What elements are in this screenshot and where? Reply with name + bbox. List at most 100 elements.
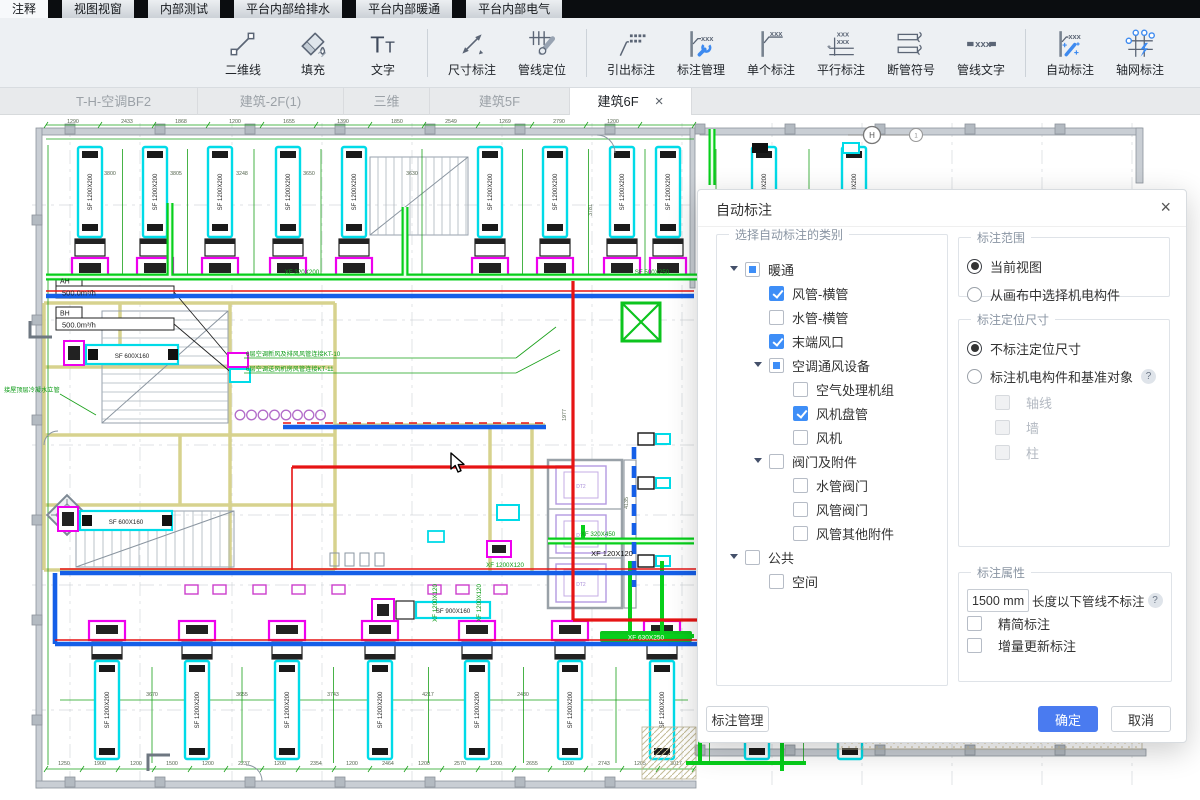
tree-item-7[interactable]: 风机 bbox=[725, 425, 939, 449]
menu-tab-1[interactable]: 视图视窗 bbox=[62, 0, 134, 18]
toolbar-item-label: 轴网标注 bbox=[1116, 61, 1164, 78]
leader-annotation: 6层空调新风及排风风管连接KT-10 bbox=[246, 350, 341, 358]
chevron-down-icon[interactable] bbox=[753, 358, 767, 372]
radio-annotate-with-datum[interactable]: 标注机电构件和基准对象 ? bbox=[967, 362, 1161, 390]
tool-2d-line[interactable]: 二维线 bbox=[208, 28, 278, 78]
checkbox-icon[interactable] bbox=[745, 262, 760, 277]
tool-leader-annotate[interactable]: 引出标注 bbox=[596, 28, 666, 78]
checkbox-icon[interactable] bbox=[769, 310, 784, 325]
chevron-down-icon[interactable] bbox=[729, 262, 743, 276]
pipeloc-icon bbox=[526, 28, 558, 60]
checkbox-icon[interactable] bbox=[793, 382, 808, 397]
doc-tab-2[interactable]: 三维 bbox=[344, 88, 430, 115]
check-simplified-annotation[interactable]: 精简标注 bbox=[967, 612, 1163, 634]
doc-tab-label: 建筑6F bbox=[598, 89, 639, 115]
svg-text:xxx: xxx bbox=[770, 29, 783, 38]
annotation-manage-button[interactable]: 标注管理 bbox=[706, 706, 769, 732]
tree-item-label: 水管-横管 bbox=[792, 308, 848, 327]
svg-text:SF 1200X200: SF 1200X200 bbox=[488, 173, 494, 210]
radio-icon[interactable] bbox=[967, 259, 982, 274]
fan-coil-duct-unit: SF 1200X200 bbox=[270, 147, 306, 278]
svg-text:4135: 4135 bbox=[624, 497, 630, 509]
checkbox-icon[interactable] bbox=[769, 286, 784, 301]
doc-tab-4[interactable]: 建筑6F × bbox=[570, 88, 692, 115]
svg-text:1200: 1200 bbox=[346, 761, 358, 767]
tree-item-13[interactable]: 空间 bbox=[725, 569, 939, 593]
checkbox-label: 轴线 bbox=[1026, 393, 1052, 412]
tree-item-11[interactable]: 风管其他附件 bbox=[725, 521, 939, 545]
tree-item-3[interactable]: 末端风口 bbox=[725, 329, 939, 353]
checkbox-icon[interactable] bbox=[769, 358, 784, 373]
menu-tab-4[interactable]: 平台内部暖通 bbox=[356, 0, 452, 18]
tree-item-6[interactable]: 风机盘管 bbox=[725, 401, 939, 425]
tree-item-8[interactable]: 阀门及附件 bbox=[725, 449, 939, 473]
checkbox-icon[interactable] bbox=[745, 550, 760, 565]
tree-item-4[interactable]: 空调通风设备 bbox=[725, 353, 939, 377]
menu-tab-3[interactable]: 平台内部给排水 bbox=[234, 0, 342, 18]
tool-pipe-break[interactable]: 断管符号 bbox=[876, 28, 946, 78]
tool-auto-annotate[interactable]: xxx自动标注 bbox=[1035, 28, 1105, 78]
menu-tab-0[interactable]: 注释 bbox=[0, 0, 48, 18]
tree-item-9[interactable]: 水管阀门 bbox=[725, 473, 939, 497]
svg-text:T: T bbox=[370, 31, 384, 57]
help-icon[interactable]: ? bbox=[1141, 369, 1156, 384]
checkbox-icon[interactable] bbox=[793, 430, 808, 445]
length-threshold-input[interactable] bbox=[967, 589, 1029, 612]
ok-button[interactable]: 确定 bbox=[1038, 706, 1098, 732]
doc-tab-3[interactable]: 建筑5F bbox=[430, 88, 570, 115]
help-icon[interactable]: ? bbox=[1148, 593, 1163, 608]
tool-pipe-text[interactable]: xxx管线文字 bbox=[946, 28, 1016, 78]
tool-parallel-annotate[interactable]: xxxxxx*平行标注 bbox=[806, 28, 876, 78]
checkbox-icon[interactable] bbox=[769, 574, 784, 589]
checkbox-icon[interactable] bbox=[967, 638, 982, 653]
unit-label: SF 600X160 bbox=[109, 519, 144, 526]
tree-item-label: 风管-横管 bbox=[792, 284, 848, 303]
category-tree-group: 选择自动标注的类别 暖通风管-横管水管-横管末端风口空调通风设备空气处理机组风机… bbox=[716, 226, 948, 686]
radio-icon[interactable] bbox=[967, 369, 982, 384]
tool-fill[interactable]: 填充 bbox=[278, 28, 348, 78]
radio-icon[interactable] bbox=[967, 287, 982, 302]
tree-item-5[interactable]: 空气处理机组 bbox=[725, 377, 939, 401]
tool-pipe-locate[interactable]: 管线定位 bbox=[507, 28, 577, 78]
chevron-down-icon[interactable] bbox=[753, 454, 767, 468]
svg-text:DT2: DT2 bbox=[576, 582, 586, 588]
radio-no-position-dim[interactable]: 不标注定位尺寸 bbox=[967, 334, 1161, 362]
table-value: 500.0m³/h bbox=[62, 289, 96, 298]
radio-icon[interactable] bbox=[967, 341, 982, 356]
checkbox-icon[interactable] bbox=[967, 616, 982, 631]
cancel-button[interactable]: 取消 bbox=[1111, 706, 1171, 732]
tree-item-12[interactable]: 公共 bbox=[725, 545, 939, 569]
check-incremental-update[interactable]: 增量更新标注 bbox=[967, 634, 1163, 656]
tree-item-label: 暖通 bbox=[768, 260, 794, 279]
svg-text:2743: 2743 bbox=[598, 761, 610, 767]
tool-grid-annotate[interactable]: 轴网标注 bbox=[1105, 28, 1175, 78]
fan-coil-duct-unit: SF 1200X200 bbox=[472, 147, 508, 278]
chevron-down-icon[interactable] bbox=[729, 550, 743, 564]
checkbox-icon[interactable] bbox=[793, 526, 808, 541]
radio-current-view[interactable]: 当前视图 bbox=[967, 252, 1161, 280]
dialog-close-button[interactable]: × bbox=[1160, 197, 1171, 218]
radio-select-from-canvas[interactable]: 从画布中选择机电构件 bbox=[967, 280, 1161, 308]
doc-tab-1[interactable]: 建筑-2F(1) bbox=[198, 88, 344, 115]
menu-tab-5[interactable]: 平台内部电气 bbox=[466, 0, 562, 18]
fan-coil-duct-unit: SF 1200X200 bbox=[604, 147, 640, 278]
tool-annotate-manage[interactable]: xxx标注管理 bbox=[666, 28, 736, 78]
tree-item-2[interactable]: 水管-横管 bbox=[725, 305, 939, 329]
svg-text:2433: 2433 bbox=[121, 119, 133, 125]
checkbox-icon[interactable] bbox=[769, 454, 784, 469]
checkbox-icon[interactable] bbox=[793, 406, 808, 421]
checkbox-icon[interactable] bbox=[793, 502, 808, 517]
tree-item-10[interactable]: 风管阀门 bbox=[725, 497, 939, 521]
tool-text[interactable]: TT文字 bbox=[348, 28, 418, 78]
menu-tab-separator bbox=[48, 0, 62, 18]
tree-item-0[interactable]: 暖通 bbox=[725, 257, 939, 281]
checkbox-icon[interactable] bbox=[769, 334, 784, 349]
brk-icon bbox=[895, 28, 927, 60]
tool-single-annotate[interactable]: xxx单个标注 bbox=[736, 28, 806, 78]
doc-tab-close-icon[interactable]: × bbox=[655, 94, 664, 109]
tool-dim-annotate[interactable]: 尺寸标注 bbox=[437, 28, 507, 78]
doc-tab-0[interactable]: T-H-空调BF2 bbox=[30, 88, 198, 115]
checkbox-icon[interactable] bbox=[793, 478, 808, 493]
menu-tab-2[interactable]: 内部测试 bbox=[148, 0, 220, 18]
tree-item-1[interactable]: 风管-横管 bbox=[725, 281, 939, 305]
